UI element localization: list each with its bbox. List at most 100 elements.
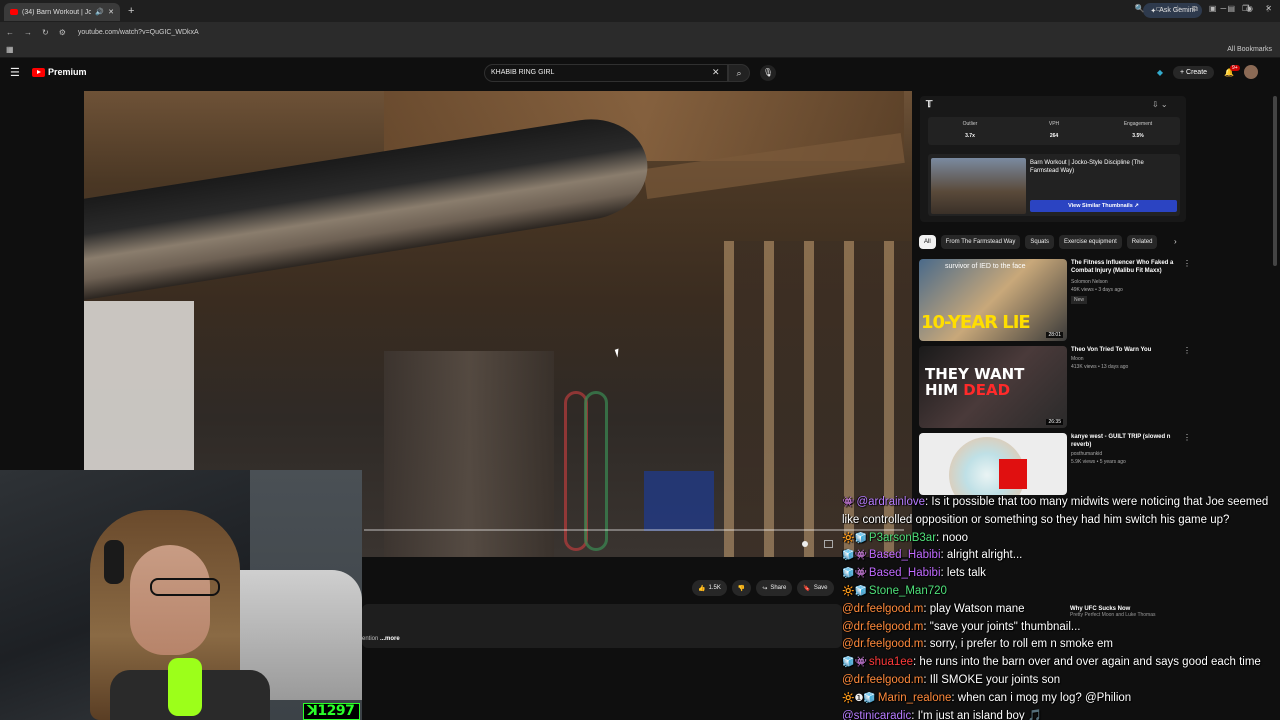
new-tab-icon[interactable]: + [128,5,134,17]
description-box[interactable] [362,604,842,648]
more-options-icon[interactable]: ⋮ [1183,346,1191,355]
chat-username[interactable]: shua1ee [869,656,913,668]
video-meta: 413K views • 13 days ago [1071,364,1129,370]
chat-username[interactable]: Based_Habibi [869,549,941,561]
save-label: Save [813,585,828,591]
chat-username[interactable]: @dr.feelgood.m [842,621,923,633]
chat-message: @stinicaradic: I'm just an island boy 🎵 [842,709,1043,720]
channel-name[interactable]: posthumankid [1071,451,1102,457]
chat-username[interactable]: @ardrainlove [856,496,925,508]
share-button[interactable]: ↪ Share [756,580,793,596]
youtube-play-icon [32,67,45,77]
video-title[interactable]: The Fitness Influencer Who Faked a Comba… [1071,259,1183,275]
chat-username[interactable]: @dr.feelgood.m [842,603,923,615]
chat-message: 👾 @ardrainlove: Is it possible that too m… [842,496,1269,526]
list-item[interactable]: THEY WANT HIM DEAD 26:35 Theo Von Tried T… [919,346,1191,430]
captions-icon[interactable] [824,540,833,548]
search-input[interactable]: KHABIB RING GIRL [484,64,728,82]
url-field[interactable]: youtube.com/watch?v=QuGIC_WDkxA [78,29,199,36]
webcam-overlay [0,470,362,720]
speaker-icon[interactable]: 🔊 [95,8,104,16]
chat-text: alright alright... [946,549,1023,562]
video-thumbnail[interactable]: survivor of IED to the face 10-YEAR LIE … [919,259,1067,341]
all-bookmarks[interactable]: All Bookmarks [1227,46,1272,53]
menu-icon[interactable]: ⋮ [1264,4,1272,14]
chip-all[interactable]: All [919,235,936,249]
chevron-right-icon[interactable]: › [1174,237,1177,246]
autoplay-toggle[interactable] [802,541,808,547]
view-similar-thumbnails-button[interactable]: View Similar Thumbnails ↗ [1030,200,1177,212]
site-info-icon[interactable]: ⚙ [59,28,66,37]
apps-grid-icon[interactable]: ▦ [6,45,14,54]
chat-text: sorry, i prefer to roll em n smoke em [929,638,1113,651]
like-button[interactable]: 👍 1.5K [692,580,727,596]
share-label: Share [770,585,787,591]
forward-icon[interactable]: → [24,28,32,37]
stat-value: 264 [1049,133,1059,139]
more-options-icon[interactable]: ⋮ [1183,259,1191,268]
extension-icon[interactable]: ◆ [1157,68,1163,77]
chat-username[interactable]: Marin_realone [878,692,952,704]
search-button[interactable]: ⌕ [728,64,750,82]
more-link[interactable]: ...more [380,636,400,642]
tab-search-icon[interactable]: ▤ [1227,4,1235,14]
channel-name[interactable]: Moon [1071,356,1084,362]
chat-badge-icon: 🧊👾 [842,657,867,669]
dislike-button[interactable]: 👎 [731,580,752,596]
reload-icon[interactable]: ↻ [42,28,49,37]
profile-icon[interactable]: ◉ [1246,4,1253,14]
extension-logo: 𝕋 [926,99,933,109]
notifications-button[interactable]: 🔔 9+ [1224,64,1240,77]
duration-badge: 28:01 [1046,332,1063,338]
chat-username[interactable]: Stone_Man720 [869,585,947,597]
video-title[interactable]: Theo Von Tried To Warn You [1071,346,1183,354]
chat-text: play Watson mane [929,602,1025,615]
voice-search-button[interactable]: 🎙 [760,65,776,81]
back-icon[interactable]: ← [6,28,14,37]
description-more[interactable]: ention ...more [362,636,400,642]
more-options-icon[interactable]: ⋮ [1183,433,1191,442]
chip-squats[interactable]: Squats [1025,235,1055,249]
chat-message: @dr.feelgood.m: play Watson mane [842,602,1025,615]
save-button[interactable]: 🔖 Save [797,580,834,596]
chat-text: lets talk [946,567,986,580]
bookmark-icon: 🔖 [803,585,811,592]
progress-bar[interactable] [364,529,904,531]
stat-label: VPH [1048,121,1060,127]
video-meta: 49K views • 3 days ago [1071,287,1123,293]
clear-search-icon[interactable]: ✕ [712,67,720,78]
chat-badge-icon: 🧊👾 [842,568,867,580]
video-thumbnail[interactable] [919,433,1067,495]
chat-username[interactable]: @stinicaradic [842,710,911,720]
chat-username[interactable]: @dr.feelgood.m [842,638,923,650]
cast-icon[interactable]: ▭ [1155,4,1163,14]
video-title[interactable]: kanye west - GUILT TRIP (slowed n reverb… [1071,433,1183,449]
scrollbar[interactable] [1273,96,1277,266]
youtube-logo[interactable]: Premium [32,67,87,77]
chip-from-channel[interactable]: From The Farmstead Way [940,235,1021,249]
chat-username[interactable]: @dr.feelgood.m [842,674,923,686]
chip-exercise-equipment[interactable]: Exercise equipment [1059,235,1122,249]
chat-text: nooo [942,531,969,544]
hamburger-menu-icon[interactable]: ☰ [10,66,20,79]
create-button[interactable]: + Create [1172,65,1215,79]
download-icon[interactable]: ⇩ ⌄ [1152,100,1168,109]
chat-text: I'm just an island boy 🎵 [917,709,1043,720]
channel-name[interactable]: Solomon Nelson [1071,279,1108,285]
address-bar-actions: 🔍 ▭ ☆ ⧉ ▣ ▤ ◉ ⋮ [1134,4,1272,14]
sidepanel-icon[interactable]: ▣ [1209,4,1217,14]
zoom-icon[interactable]: 🔍 [1134,4,1144,14]
star-icon[interactable]: ☆ [1174,4,1181,14]
video-scene-box [644,471,714,531]
avatar[interactable] [1244,65,1258,79]
chat-username[interactable]: Based_Habibi [869,567,941,579]
chip-related[interactable]: Related [1126,235,1158,249]
list-item[interactable]: survivor of IED to the face 10-YEAR LIE … [919,259,1191,343]
extensions-icon[interactable]: ⧉ [1192,4,1198,14]
browser-tab[interactable]: (34) Barn Workout | Jocko- 🔊 ✕ [4,3,120,21]
list-item[interactable]: kanye west - GUILT TRIP (slowed n reverb… [919,433,1191,495]
close-tab-icon[interactable]: ✕ [108,8,114,16]
chat-username[interactable]: P3arsonB3ar [869,532,936,544]
stat-label: Outlier [962,121,978,127]
video-thumbnail[interactable]: THEY WANT HIM DEAD 26:35 [919,346,1067,428]
